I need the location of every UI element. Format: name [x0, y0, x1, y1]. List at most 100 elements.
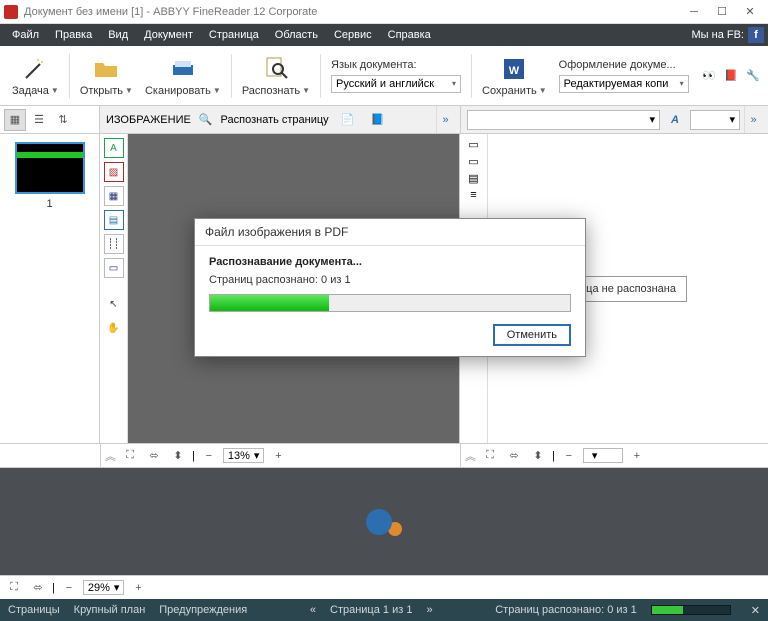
- nav-next-icon[interactable]: »: [426, 604, 432, 616]
- language-select[interactable]: Русский и английск▾: [331, 75, 461, 93]
- read-label: Распознать: [242, 85, 300, 97]
- nav-prev-icon[interactable]: «: [310, 604, 316, 616]
- ribbon: Задача▼ Открыть▼ Сканировать▼ Распознать…: [0, 46, 768, 106]
- scroll-up-icon[interactable]: ︽: [465, 448, 476, 464]
- analyze2-icon[interactable]: 📘: [367, 109, 389, 131]
- task-label: Задача: [12, 85, 49, 97]
- menu-page[interactable]: Страница: [201, 24, 267, 46]
- zoom-out-icon[interactable]: −: [199, 447, 219, 465]
- zoom-out-icon[interactable]: −: [559, 447, 579, 465]
- page-thumbnail[interactable]: [15, 142, 85, 194]
- zoom-in-icon[interactable]: +: [268, 447, 288, 465]
- fit-width-icon[interactable]: ⬄: [504, 447, 524, 465]
- options-icon[interactable]: 🔧: [744, 67, 762, 85]
- zoom-preview-pane[interactable]: [0, 467, 768, 575]
- font-select[interactable]: ▾: [467, 110, 660, 130]
- maximize-button[interactable]: ☐: [708, 2, 736, 22]
- status-bar: Страницы Крупный план Предупреждения « С…: [0, 599, 768, 621]
- book-icon[interactable]: 📕: [722, 67, 740, 85]
- binoculars-icon[interactable]: 👀: [700, 67, 718, 85]
- scanner-icon: [169, 55, 197, 83]
- view-details-button[interactable]: ☰: [28, 109, 50, 131]
- dropdown-caret-icon: ▼: [213, 86, 221, 95]
- picture-area-icon[interactable]: ▨: [104, 162, 124, 182]
- fit-page-icon[interactable]: ⛶: [120, 447, 140, 465]
- menu-service[interactable]: Сервис: [326, 24, 380, 46]
- close-button[interactable]: ✕: [736, 2, 764, 22]
- read-page-button[interactable]: Распознать страницу: [221, 114, 329, 126]
- read-button[interactable]: Распознать▼: [242, 55, 310, 97]
- menu-document[interactable]: Документ: [136, 24, 201, 46]
- format-select[interactable]: Редактируемая копи▾: [559, 75, 689, 93]
- menu-view[interactable]: Вид: [100, 24, 136, 46]
- status-tab-pages[interactable]: Страницы: [8, 604, 60, 616]
- zoom-select[interactable]: 13%▾: [223, 448, 265, 463]
- font-style-icon[interactable]: A: [664, 109, 686, 131]
- zoom-select[interactable]: ▾: [583, 448, 623, 463]
- zoom-in-icon[interactable]: +: [627, 447, 647, 465]
- window-title: Документ без имени [1] - ABBYY FineReade…: [24, 6, 680, 18]
- expand-chevron-icon[interactable]: »: [436, 106, 454, 133]
- menu-help[interactable]: Справка: [380, 24, 439, 46]
- tool2-icon[interactable]: ▭: [468, 155, 478, 168]
- view-thumbnails-button[interactable]: ▦: [4, 109, 26, 131]
- status-tab-zoom[interactable]: Крупный план: [74, 604, 146, 616]
- expand-chevron-icon[interactable]: »: [744, 106, 762, 133]
- analyze-icon[interactable]: 📄: [337, 109, 359, 131]
- tool1-icon[interactable]: ▭: [468, 138, 478, 151]
- menu-edit[interactable]: Правка: [47, 24, 100, 46]
- background-area-icon[interactable]: ▦: [104, 186, 124, 206]
- bottom-zoom-select[interactable]: 29%▾: [83, 580, 125, 595]
- task-button[interactable]: Задача▼: [12, 55, 59, 97]
- dialog-progressbar: [209, 294, 571, 312]
- app-icon: [4, 5, 18, 19]
- table-area-icon[interactable]: ▤: [104, 210, 124, 230]
- lang-label: Язык документа:: [331, 59, 461, 71]
- fit-height-icon[interactable]: ⬍: [168, 447, 188, 465]
- cancel-button[interactable]: Отменить: [493, 324, 571, 346]
- bottom-zoom-value: 29%: [88, 582, 110, 594]
- menu-area[interactable]: Область: [267, 24, 326, 46]
- dropdown-caret-icon: ▼: [539, 86, 547, 95]
- status-progress: [651, 605, 731, 615]
- open-label: Открыть: [80, 85, 123, 97]
- barcode-area-icon[interactable]: ┊┊: [104, 234, 124, 254]
- facebook-icon[interactable]: f: [748, 27, 764, 43]
- tool4-icon[interactable]: ≡: [470, 189, 476, 201]
- title-bar: Документ без имени [1] - ABBYY FineReade…: [0, 0, 768, 24]
- folder-open-icon: [92, 55, 120, 83]
- font-size-select[interactable]: ▾: [690, 110, 740, 130]
- dropdown-caret-icon: ▼: [125, 86, 133, 95]
- magnifier-page-icon: [262, 55, 290, 83]
- fit-width-icon[interactable]: ⬄: [28, 579, 48, 597]
- save-button[interactable]: W Сохранить▼: [482, 55, 547, 97]
- zoom-in-icon[interactable]: +: [128, 579, 148, 597]
- fit-page-icon[interactable]: ⛶: [4, 579, 24, 597]
- tool3-icon[interactable]: ▤: [468, 172, 478, 185]
- view-sort-button[interactable]: ⇅: [52, 109, 74, 131]
- dialog-title: Файл изображения в PDF: [195, 219, 585, 246]
- hand-icon[interactable]: ✋: [104, 318, 124, 338]
- status-close-icon[interactable]: ✕: [751, 604, 760, 617]
- fit-width-icon[interactable]: ⬄: [144, 447, 164, 465]
- recognition-area-icon[interactable]: ▭: [104, 258, 124, 278]
- dialog-progress-text: Страниц распознано: 0 из 1: [209, 274, 571, 286]
- dropdown-caret-icon: ▼: [302, 86, 310, 95]
- status-page-info: Страница 1 из 1: [330, 604, 412, 616]
- not-recognized-message: ица не распознана: [569, 276, 687, 302]
- text-area-icon[interactable]: A: [104, 138, 124, 158]
- zoom-out-icon[interactable]: −: [59, 579, 79, 597]
- svg-text:W: W: [509, 65, 520, 77]
- menu-file[interactable]: Файл: [4, 24, 47, 46]
- save-label: Сохранить: [482, 85, 537, 97]
- fit-height-icon[interactable]: ⬍: [528, 447, 548, 465]
- open-button[interactable]: Открыть▼: [80, 55, 133, 97]
- pointer-icon[interactable]: ↖: [104, 294, 124, 314]
- fit-page-icon[interactable]: ⛶: [480, 447, 500, 465]
- scroll-up-icon[interactable]: ︽: [105, 448, 116, 464]
- format-value: Редактируемая копи: [564, 78, 669, 90]
- minimize-button[interactable]: ─: [680, 2, 708, 22]
- scan-button[interactable]: Сканировать▼: [145, 55, 221, 97]
- read-page-icon: 🔍: [199, 113, 213, 126]
- status-tab-warnings[interactable]: Предупреждения: [159, 604, 247, 616]
